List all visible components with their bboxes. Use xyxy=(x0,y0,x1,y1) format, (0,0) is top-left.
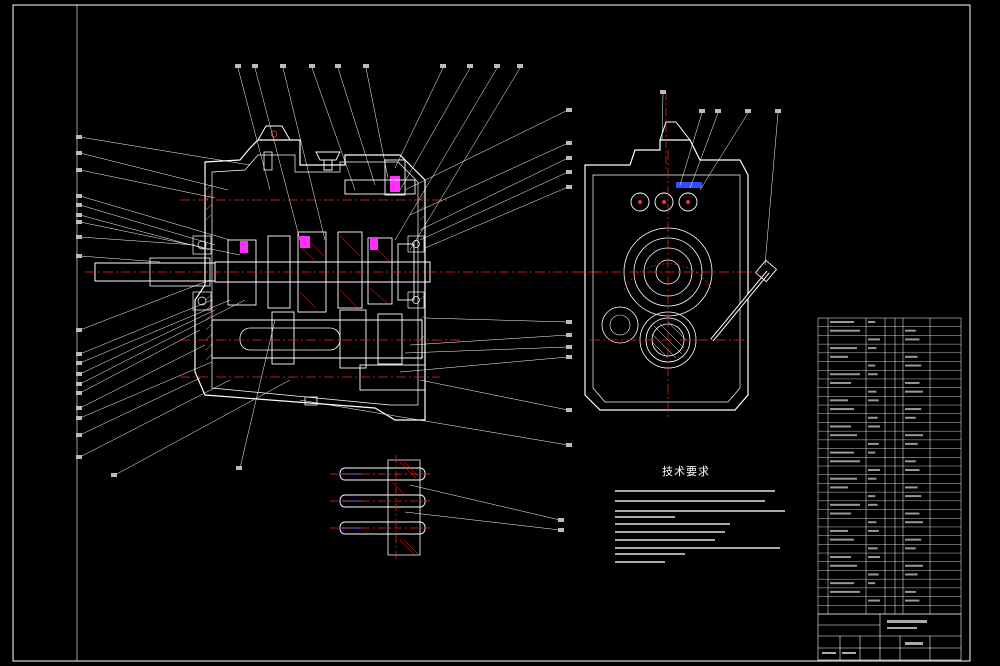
parts-list-cell-mark xyxy=(830,451,854,454)
parts-list-cell-mark xyxy=(905,512,920,515)
parts-list-cell-mark xyxy=(868,442,879,445)
parts-list-cell-mark xyxy=(830,564,857,567)
parts-list-cell-mark xyxy=(830,477,857,480)
parts-list-cell-mark xyxy=(868,477,877,480)
parts-list-cell-mark xyxy=(905,390,923,393)
housing-inner xyxy=(211,154,419,406)
parts-list-cell-mark xyxy=(905,381,920,384)
synchronizer-right xyxy=(370,238,378,250)
countershaft-core xyxy=(239,327,341,351)
parts-list-cell-mark xyxy=(830,329,860,332)
parts-list-cell-mark xyxy=(830,512,851,515)
technical-requirements-lines xyxy=(615,490,785,563)
parts-list-cell-mark xyxy=(868,556,880,559)
part-number-markers xyxy=(76,64,781,532)
leader-lines xyxy=(79,67,779,531)
parts-list-cell-mark xyxy=(905,599,920,602)
parts-list-cell-mark xyxy=(830,321,854,323)
parts-list-cell-mark xyxy=(830,590,860,593)
parts-list-cell-mark xyxy=(905,590,916,593)
parts-list-cell-mark xyxy=(905,338,920,341)
parts-list-cell-mark xyxy=(905,408,922,411)
parts-list-cell-mark xyxy=(830,486,848,489)
parts-list-cell-mark xyxy=(868,495,876,498)
parts-list-cell-mark xyxy=(905,521,923,524)
parts-list-cell-mark xyxy=(905,495,922,498)
countershaft xyxy=(211,319,423,359)
parts-list-cell-mark xyxy=(905,364,922,367)
parts-list-cell-mark xyxy=(868,503,878,506)
parts-list-cell-mark xyxy=(905,573,918,576)
parts-list-cell-mark xyxy=(830,381,851,384)
parts-list-cell-mark xyxy=(830,434,857,437)
parts-list-cell-mark xyxy=(868,573,879,576)
parts-list-cell-mark xyxy=(868,547,878,550)
parts-list-cell-mark xyxy=(830,503,860,506)
parts-list-cell-mark xyxy=(868,390,877,393)
parts-list-cell-mark xyxy=(830,399,848,402)
parts-list-cell-mark xyxy=(868,599,880,602)
detail-view-shift-rails xyxy=(330,455,430,560)
parts-list-cell-mark xyxy=(868,582,876,585)
countershaft-gears xyxy=(271,309,403,369)
parts-list-cell-mark xyxy=(830,355,848,358)
parts-list-cell-mark xyxy=(868,364,876,367)
synchronizer-left xyxy=(240,241,248,253)
parts-list-cell-mark xyxy=(830,556,851,559)
parts-list-cell-mark xyxy=(868,529,879,532)
side-view xyxy=(575,92,778,420)
parts-list-cell-mark xyxy=(830,529,848,532)
outer-border xyxy=(12,4,971,662)
parts-list-cell-mark xyxy=(830,460,860,463)
parts-list-cell-mark xyxy=(905,564,923,567)
parts-list-cell-mark xyxy=(830,347,857,350)
synchronizer-mid xyxy=(300,236,310,248)
parts-list-cell-mark xyxy=(830,582,854,585)
parts-list-rows xyxy=(818,321,961,606)
fill-plug-head xyxy=(754,259,778,283)
parts-list-cell-mark xyxy=(830,538,854,541)
parts-list-cell-mark xyxy=(868,425,880,428)
parts-list-cell-mark xyxy=(830,425,851,428)
parts-list-cell-mark xyxy=(905,486,918,489)
parts-list-cell-mark xyxy=(868,399,879,402)
side-housing-outline xyxy=(584,139,749,411)
parts-list-cell-mark xyxy=(905,538,922,541)
parts-list-cell-mark xyxy=(868,469,880,471)
parts-list-cell-mark xyxy=(905,460,916,463)
parts-list-cell-mark xyxy=(905,355,918,358)
parts-list-cell-mark xyxy=(905,469,920,471)
inner-border xyxy=(76,4,971,662)
parts-list-cell-mark xyxy=(905,329,916,332)
parts-list-cell-mark xyxy=(868,521,877,524)
shift-fork-tip xyxy=(390,176,400,192)
centerlines-main xyxy=(85,199,600,378)
parts-list-cell-mark xyxy=(830,408,854,411)
reverse-idler xyxy=(359,364,426,391)
parts-list-cell-mark xyxy=(830,373,860,376)
parts-list-cell-mark xyxy=(868,347,877,350)
parts-list-cell-mark xyxy=(868,321,876,323)
parts-list-cell-mark xyxy=(868,338,880,341)
parts-list-cell-mark xyxy=(905,442,918,445)
centerlines-side xyxy=(575,150,760,420)
breather-cap xyxy=(315,151,341,171)
parts-list-cell-mark xyxy=(868,416,878,419)
main-section-view xyxy=(85,125,600,421)
parts-list-cell-mark xyxy=(905,434,923,437)
parts-list-cell-mark xyxy=(905,547,916,550)
technical-requirements-title: 技术要求 xyxy=(662,465,710,478)
left-idler-gear xyxy=(601,306,639,344)
parts-list-cell-mark xyxy=(868,373,878,376)
lifting-lug xyxy=(257,125,291,141)
drawing-sheet xyxy=(12,4,971,662)
parts-list-cell-mark xyxy=(868,451,876,454)
shift-fork-pins xyxy=(630,192,698,212)
parts-list-cell-mark xyxy=(905,416,916,419)
